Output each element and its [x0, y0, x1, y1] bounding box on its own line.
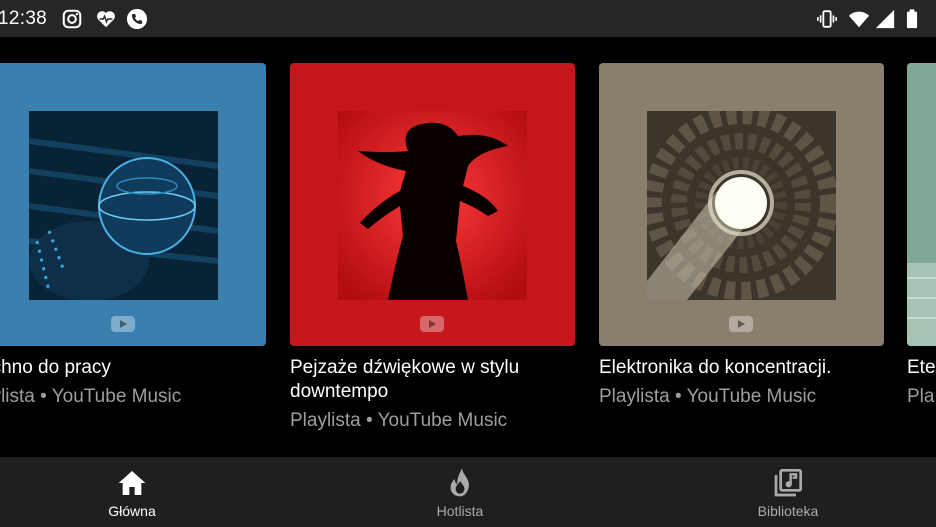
playlist-thumbnail[interactable] — [290, 63, 575, 346]
playlist-thumbnail[interactable] — [907, 63, 936, 346]
nav-hotlist-label: Hotlista — [436, 503, 484, 519]
status-bar: 12:38 — [0, 0, 936, 37]
playlist-card[interactable]: echno do pracy aylista • YouTube Music — [0, 63, 266, 409]
playlist-title[interactable]: echno do pracy — [0, 356, 266, 380]
wifi-icon — [848, 11, 870, 28]
youtube-play-icon — [111, 316, 135, 332]
playlist-title[interactable]: Elektronika do koncentracji. — [599, 356, 884, 380]
playlist-subtitle: Playlista • YouTube Music — [290, 410, 508, 431]
playlist-title[interactable]: Pejzaże dźwiękowe w stylu downtempo — [290, 356, 575, 404]
battery-icon — [906, 9, 918, 29]
status-time: 12:38 — [0, 7, 48, 29]
playlist-subtitle: Pla — [907, 386, 935, 407]
bottom-navigation: Główna Hotlista Biblioteka — [0, 457, 936, 527]
playlist-thumbnail[interactable] — [0, 63, 266, 346]
library-music-icon — [774, 469, 802, 497]
nav-library-label: Biblioteka — [757, 503, 819, 519]
playlist-cover-art — [647, 111, 836, 300]
home-icon — [118, 471, 146, 495]
playlist-carousel[interactable]: echno do pracy aylista • YouTube Music P… — [0, 37, 936, 457]
playlist-cover-art — [907, 63, 936, 346]
playlist-card[interactable]: Elektronika do koncentracji. Playlista •… — [599, 63, 884, 409]
nav-home[interactable]: Główna — [52, 457, 212, 527]
playlist-thumbnail[interactable] — [599, 63, 884, 346]
vibrate-icon — [817, 10, 837, 28]
playlist-title[interactable]: Ete — [907, 356, 936, 380]
playlist-card[interactable]: Pejzaże dźwiękowe w stylu downtempo Play… — [290, 63, 575, 433]
playlist-cover-art — [338, 111, 527, 300]
playlist-subtitle: Playlista • YouTube Music — [599, 386, 817, 407]
youtube-play-icon — [729, 316, 753, 332]
nav-hotlist[interactable]: Hotlista — [380, 457, 540, 527]
instagram-icon — [62, 9, 82, 29]
playlist-card[interactable]: Ete Pla — [907, 63, 936, 409]
heart-pulse-icon — [97, 11, 115, 28]
youtube-play-icon — [420, 316, 444, 332]
signal-icon — [875, 9, 895, 29]
flame-icon — [450, 468, 469, 497]
nav-home-label: Główna — [108, 503, 156, 519]
nav-library[interactable]: Biblioteka — [708, 457, 868, 527]
phone-icon — [126, 8, 148, 30]
playlist-subtitle: aylista • YouTube Music — [0, 386, 182, 407]
playlist-cover-art — [29, 111, 218, 300]
